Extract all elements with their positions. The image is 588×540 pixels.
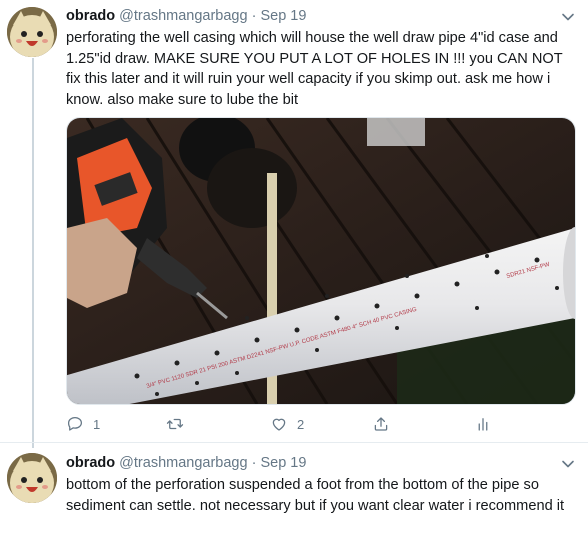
reply-count: 1 <box>93 416 101 432</box>
display-name[interactable]: obrado <box>66 8 115 24</box>
tweet-text: bottom of the perforation suspended a fo… <box>66 477 565 514</box>
avatar[interactable] <box>7 7 57 57</box>
separator-dot: · <box>251 8 257 24</box>
analytics-icon <box>478 418 488 431</box>
tweet-header: obrado @trashmangarbagg · Sep 19 <box>66 6 306 26</box>
username-handle[interactable]: @trashmangarbagg <box>119 455 247 471</box>
tweet-photo[interactable]: 3/4" PVC 1120 SDR 21 PSI 200 ASTM D2241 … <box>66 117 576 405</box>
tweet-2[interactable]: obrado @trashmangarbagg · Sep 19 bottom … <box>0 443 588 540</box>
like-count: 2 <box>297 416 305 432</box>
tweet-1[interactable]: obrado @trashmangarbagg · Sep 19 perfora… <box>0 0 588 443</box>
retweet-icon <box>166 418 184 430</box>
reply-icon <box>67 416 83 431</box>
chevron-down-icon[interactable] <box>560 456 576 472</box>
chevron-down-icon[interactable] <box>560 9 576 25</box>
share-icon <box>374 417 388 431</box>
tweet-header: obrado @trashmangarbagg · Sep 19 <box>66 453 306 473</box>
analytics-button[interactable] <box>474 414 492 434</box>
tweet-date[interactable]: Sep 19 <box>260 455 306 471</box>
username-handle[interactable]: @trashmangarbagg <box>119 8 247 24</box>
tweet-date[interactable]: Sep 19 <box>260 8 306 24</box>
avatar[interactable] <box>7 453 57 503</box>
tweet-actions: 1 2 <box>66 414 488 434</box>
separator-dot: · <box>251 455 257 471</box>
share-button[interactable] <box>372 414 390 434</box>
like-button[interactable]: 2 <box>270 414 304 434</box>
retweet-button[interactable] <box>166 414 193 434</box>
reply-button[interactable]: 1 <box>66 414 100 434</box>
heart-icon <box>272 418 286 431</box>
display-name[interactable]: obrado <box>66 455 115 471</box>
tweet-text: perforating the well casing which will h… <box>66 30 563 108</box>
